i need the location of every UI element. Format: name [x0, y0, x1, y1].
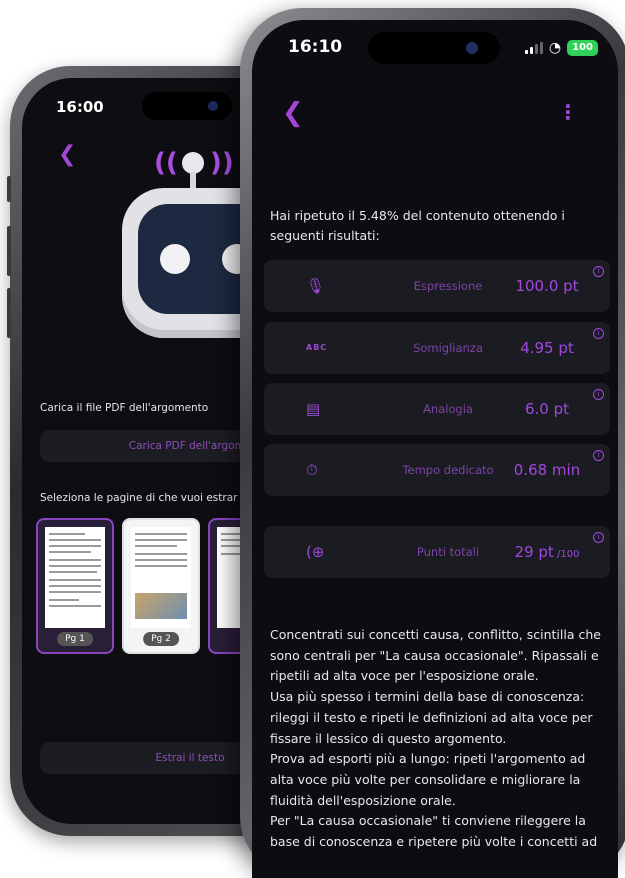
robot-eye [160, 244, 190, 274]
wifi-icon: ◔ [548, 40, 562, 56]
document-icon: ▤ [306, 400, 321, 418]
mute-switch [7, 176, 11, 202]
metric-value: 6.0 pt [524, 400, 570, 418]
metric-value: 4.95 pt [520, 339, 574, 357]
metric-value: 29 pt /100 [514, 543, 580, 561]
abc-icon: ABC [306, 343, 328, 352]
metric-card-similarity[interactable]: ABC Somiglianza 4.95 pt i [264, 322, 610, 374]
results-screen: 16:10 ◔ 100 ❮ ⋮ Hai ripetuto il 5.48% de… [252, 20, 618, 878]
info-icon[interactable]: i [593, 328, 604, 339]
signal-wave-left-icon: (( [154, 148, 178, 178]
info-icon[interactable]: i [593, 389, 604, 400]
upload-label: Carica il file PDF dell'argomento [40, 402, 209, 414]
page-number-badge: Pg 2 [143, 632, 179, 646]
advice-paragraph: Prova ad esporti più a lungo: ripeti l'a… [270, 751, 586, 808]
cellular-signal-icon [524, 42, 543, 54]
metric-card-analogy[interactable]: ▤ Analogia 6.0 pt i [264, 383, 610, 435]
results-intro: Hai ripetuto il 5.48% del contenuto otte… [270, 208, 565, 243]
back-arrow-icon[interactable]: ❮ [58, 142, 76, 167]
status-time: 16:00 [56, 98, 104, 116]
volume-down-button [7, 288, 11, 338]
advice-text: Concentrati sui concetti causa, conflitt… [270, 625, 602, 853]
metric-max: /100 [553, 549, 580, 560]
volume-up-button [7, 226, 11, 276]
microphone-icon: 🎙 [306, 277, 326, 295]
advice-paragraph: Concentrati sui concetti causa, conflitt… [270, 627, 601, 684]
info-icon[interactable]: i [593, 532, 604, 543]
page-number-badge: Pg 1 [57, 632, 93, 646]
add-circle-icon: (⊕ [306, 543, 325, 561]
metric-card-time[interactable]: ⏱ Tempo dedicato 0.68 min i [264, 444, 610, 496]
status-bar-icons: ◔ 100 [524, 40, 598, 56]
metric-value: 100.0 pt [515, 277, 579, 295]
front-phone: 16:10 ◔ 100 ❮ ⋮ Hai ripetuto il 5.48% de… [240, 8, 625, 878]
back-arrow-icon[interactable]: ❮ [282, 98, 304, 128]
metric-card-total-points[interactable]: (⊕ Punti totali 29 pt /100 i [264, 526, 610, 578]
metric-value: 0.68 min [513, 461, 581, 479]
info-icon[interactable]: i [593, 266, 604, 277]
more-options-icon[interactable]: ⋮ [558, 100, 578, 124]
signal-wave-right-icon: )) [210, 148, 234, 178]
pages-label: Seleziona le pagine di che vuoi estrar [40, 492, 238, 504]
timer-icon: ⏱ [306, 461, 318, 479]
advice-paragraph: Per "La causa occasionale" ti conviene r… [270, 813, 598, 850]
page-thumbnail-1[interactable]: Pg 1 [36, 518, 114, 654]
dynamic-island [368, 32, 500, 64]
battery-indicator: 100 [567, 40, 598, 56]
page-thumbnail-2[interactable]: Pg 2 [122, 518, 200, 654]
map-image [135, 593, 187, 619]
metric-card-expression[interactable]: 🎙 Espressione 100.0 pt i [264, 260, 610, 312]
advice-paragraph: Usa più spesso i termini della base di c… [270, 689, 593, 746]
dynamic-island [142, 92, 232, 120]
status-time: 16:10 [288, 37, 343, 57]
info-icon[interactable]: i [593, 450, 604, 461]
robot-antenna [182, 152, 204, 174]
